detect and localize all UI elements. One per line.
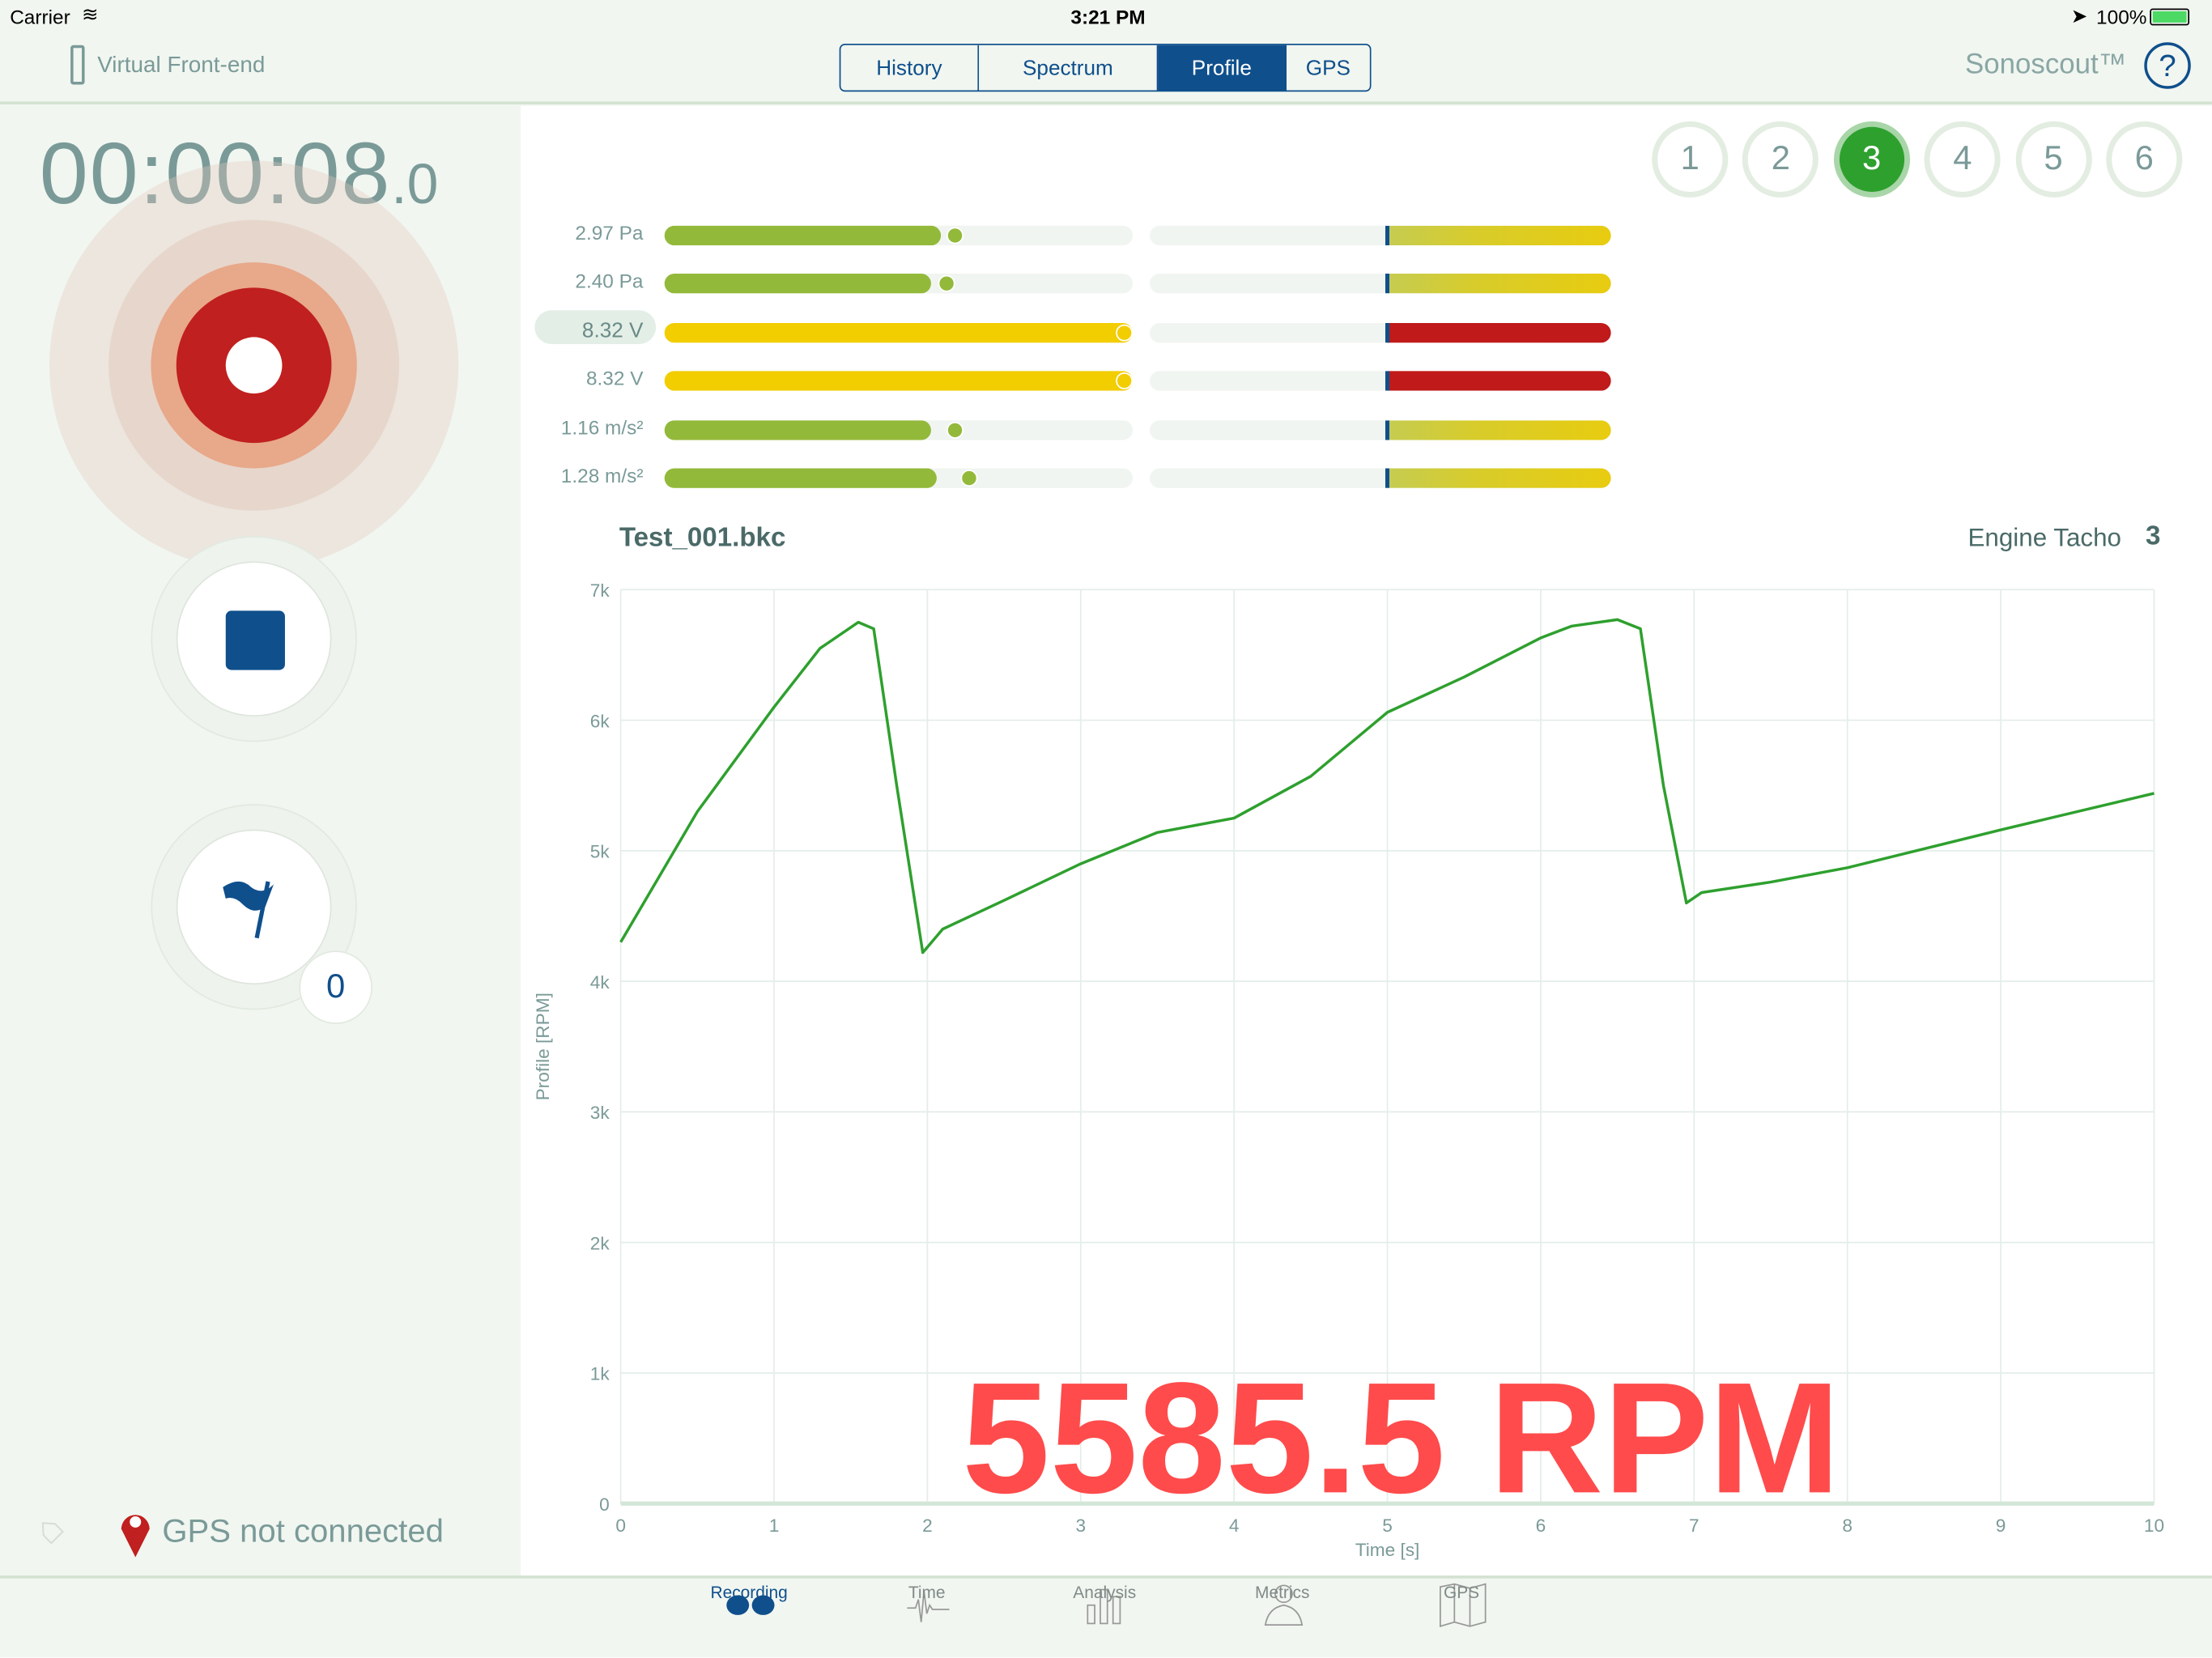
x-tick-label: 0	[615, 1516, 626, 1536]
y-axis-label: Profile [RPM]	[533, 993, 553, 1100]
y-tick-label: 2k	[590, 1233, 610, 1253]
rpm-readout: 5585.5 RPM	[962, 1350, 1840, 1527]
tab-metrics[interactable]: Metrics	[1226, 1583, 1338, 1602]
x-tick-label: 9	[1996, 1516, 2006, 1536]
y-tick-label: 0	[599, 1494, 610, 1515]
tab-recording[interactable]: Recording	[692, 1583, 805, 1602]
y-tick-label: 5k	[590, 842, 610, 862]
x-tick-label: 10	[2144, 1516, 2164, 1536]
tab-time[interactable]: Time	[870, 1583, 983, 1602]
y-tick-label: 3k	[590, 1103, 610, 1123]
x-tick-label: 1	[769, 1516, 780, 1536]
y-tick-label: 4k	[590, 972, 610, 993]
y-tick-label: 7k	[590, 580, 610, 601]
x-tick-label: 2	[922, 1516, 933, 1536]
y-tick-label: 1k	[590, 1364, 610, 1384]
tab-analysis[interactable]: Analysis	[1049, 1583, 1161, 1602]
tab-gps-view[interactable]: GPS	[1405, 1583, 1517, 1602]
y-tick-label: 6k	[590, 711, 610, 731]
x-axis-label: Time [s]	[1355, 1540, 1420, 1560]
x-tick-label: 8	[1842, 1516, 1853, 1536]
